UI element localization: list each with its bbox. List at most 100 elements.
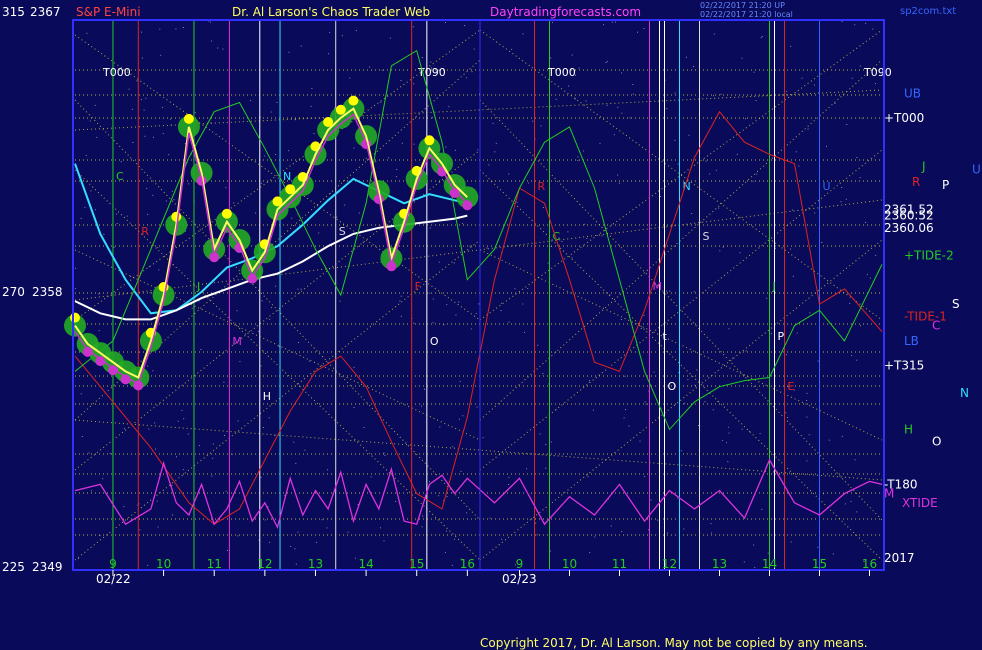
star-dot	[851, 77, 853, 79]
star-dot	[339, 300, 341, 302]
right-level-label: XTIDE	[902, 496, 938, 510]
star-dot	[264, 155, 266, 157]
star-dot	[767, 552, 769, 554]
star-dot	[632, 84, 634, 85]
star-dot	[753, 71, 755, 73]
star-dot	[275, 285, 277, 287]
star-dot	[806, 460, 808, 462]
star-dot	[90, 190, 92, 192]
star-dot	[508, 476, 510, 478]
star-dot	[466, 512, 468, 514]
star-dot	[182, 27, 184, 28]
star-dot	[81, 436, 83, 437]
timestamp-2: 02/22/2017 21:20 local	[700, 10, 793, 19]
marker-label: C	[116, 170, 124, 183]
star-dot	[341, 35, 343, 37]
star-dot	[153, 136, 154, 138]
star-dot	[295, 563, 297, 565]
marker-label: P	[778, 330, 785, 343]
star-dot	[209, 21, 211, 23]
star-dot	[445, 22, 446, 23]
star-dot	[587, 476, 589, 478]
star-dot	[131, 108, 133, 110]
star-dot	[536, 534, 538, 536]
star-dot	[353, 366, 355, 368]
star-dot	[363, 427, 365, 428]
marker-label: S	[339, 225, 346, 238]
star-dot	[785, 91, 787, 93]
star-dot	[354, 557, 356, 559]
star-dot	[617, 106, 619, 108]
star-dot	[761, 508, 763, 510]
star-dot	[304, 449, 306, 451]
star-dot	[844, 503, 846, 505]
star-dot	[621, 72, 623, 74]
star-dot	[140, 99, 142, 101]
x-tick-label: 12	[662, 557, 677, 571]
star-dot	[177, 420, 179, 422]
star-dot	[268, 417, 270, 419]
star-dot	[571, 257, 573, 259]
star-dot	[741, 428, 743, 430]
star-dot	[606, 104, 608, 106]
star-dot	[728, 328, 730, 330]
star-dot	[856, 511, 858, 513]
marker-label: R	[141, 225, 149, 238]
star-dot	[466, 157, 468, 159]
star-dot	[599, 142, 601, 144]
x-tick-label: 14	[358, 557, 373, 571]
star-dot	[212, 457, 214, 459]
star-dot	[866, 274, 868, 276]
marker-label: U	[823, 180, 831, 193]
price-top: 2367	[30, 5, 61, 19]
star-dot	[438, 261, 440, 263]
price-dot	[348, 95, 359, 106]
star-dot	[542, 207, 544, 208]
price-dot	[462, 200, 473, 211]
star-dot	[798, 165, 800, 167]
star-dot	[157, 246, 159, 248]
star-dot	[489, 517, 491, 519]
star-dot	[828, 439, 830, 441]
star-dot	[452, 446, 454, 448]
site-link[interactable]: Daytradingforecasts.com	[490, 5, 641, 19]
star-dot	[269, 318, 271, 320]
star-dot	[349, 77, 351, 79]
right-level-label: UB	[904, 86, 921, 100]
star-dot	[290, 546, 292, 547]
x-tick-label: 16	[862, 557, 877, 571]
star-dot	[451, 564, 453, 566]
star-dot	[239, 361, 241, 363]
x-tick-label: 9	[109, 557, 117, 571]
star-dot	[790, 541, 792, 543]
star-dot	[432, 298, 434, 300]
star-dot	[606, 60, 608, 62]
star-dot	[347, 531, 349, 533]
star-dot	[693, 291, 695, 293]
x-tick-label: 12	[257, 557, 272, 571]
marker-label: H	[263, 390, 271, 403]
star-dot	[542, 373, 544, 374]
grid-angle-label: T000	[547, 66, 576, 79]
star-dot	[759, 433, 761, 435]
star-dot	[102, 478, 104, 480]
timestamp-1: 02/22/2017 21:20 UP	[700, 1, 785, 10]
right-level-label: P	[942, 178, 949, 192]
star-dot	[430, 61, 432, 63]
star-dot	[687, 379, 689, 381]
star-dot	[103, 233, 105, 235]
star-dot	[693, 66, 694, 67]
star-dot	[524, 331, 525, 333]
star-dot	[198, 445, 200, 447]
star-dot	[817, 546, 819, 548]
star-dot	[344, 204, 346, 206]
star-dot	[632, 93, 634, 95]
star-dot	[211, 475, 213, 477]
star-dot	[727, 426, 729, 428]
star-dot	[198, 300, 200, 302]
x-tick-label: 10	[562, 557, 577, 571]
star-dot	[854, 24, 856, 26]
star-dot	[401, 142, 403, 144]
star-dot	[752, 180, 754, 182]
star-dot	[225, 490, 227, 492]
